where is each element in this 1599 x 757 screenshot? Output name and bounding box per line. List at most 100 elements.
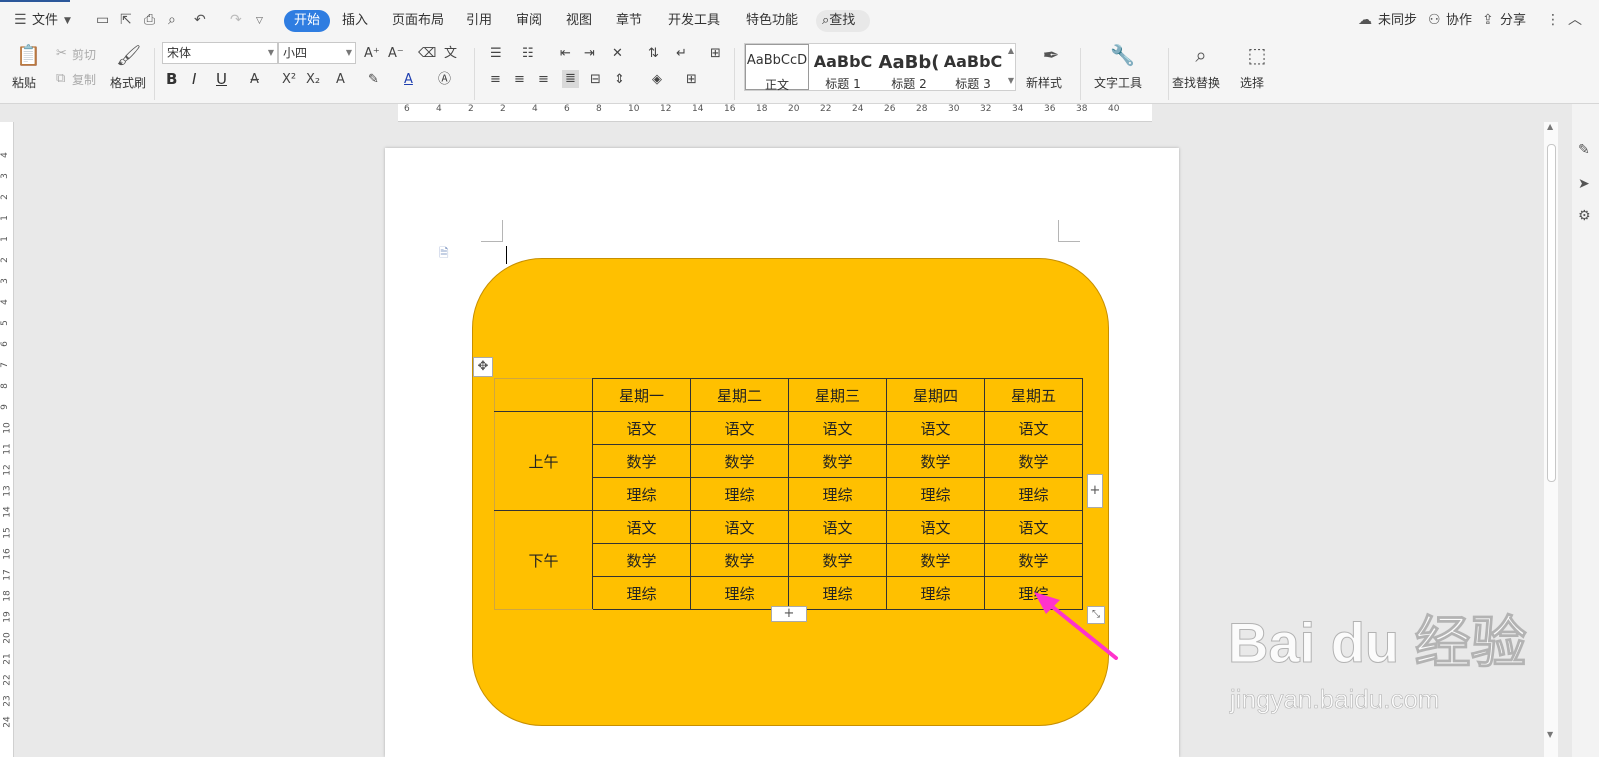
print-preview-icon[interactable]: ⌕	[168, 12, 176, 28]
table-cell[interactable]: 数学	[886, 543, 985, 577]
quick-access-more-icon[interactable]: ▽	[256, 13, 263, 29]
table-tools-icon[interactable]: ⊞	[710, 46, 721, 62]
settings-sliders-icon[interactable]: ⚙	[1578, 208, 1591, 224]
tab-chapter[interactable]: 章节	[616, 10, 642, 32]
clear-format-icon[interactable]: ⌫	[418, 46, 436, 62]
font-name-select[interactable]: 宋体 ▼	[162, 42, 278, 64]
table-cell[interactable]: 数学	[984, 444, 1083, 478]
table-cell[interactable]: 语文	[592, 510, 691, 544]
scroll-up-icon[interactable]: ▲	[1547, 122, 1553, 131]
tab-page-layout[interactable]: 页面布局	[392, 10, 444, 32]
table-header-cell[interactable]: 星期三	[788, 378, 887, 412]
text-effect-icon[interactable]: A	[336, 72, 345, 88]
font-color-icon[interactable]: A	[404, 72, 413, 88]
table-header-cell[interactable]: 星期二	[690, 378, 789, 412]
bullets-icon[interactable]: ☰	[490, 46, 502, 62]
table-cell[interactable]: 数学	[690, 543, 789, 577]
sort-icon[interactable]: ⇅	[648, 46, 659, 62]
tab-home[interactable]: 开始	[284, 10, 331, 32]
highlight-icon[interactable]: ✎	[368, 72, 379, 88]
phonetic-icon[interactable]: 文	[444, 46, 457, 62]
align-center-icon[interactable]: ≡	[514, 72, 525, 88]
add-row-button[interactable]: +	[771, 606, 807, 622]
tab-view[interactable]: 视图	[566, 10, 592, 32]
table-cell[interactable]: 语文	[592, 411, 691, 445]
add-column-button[interactable]: +	[1087, 474, 1103, 508]
chinese-layout-icon[interactable]: ✕	[612, 46, 623, 62]
select-pointer-icon[interactable]: ➤	[1578, 176, 1590, 192]
afternoon-label-cell[interactable]: 下午	[494, 510, 593, 610]
table-cell[interactable]: 语文	[788, 411, 887, 445]
table-cell[interactable]: 语文	[886, 411, 985, 445]
export-icon[interactable]: ⇱	[120, 12, 132, 28]
chevron-down-icon[interactable]: ▼	[64, 13, 71, 29]
table-cell[interactable]: 理综	[788, 576, 887, 610]
edit-pen-icon[interactable]: ✎	[1578, 142, 1590, 158]
print-icon[interactable]: ⎙	[144, 12, 155, 28]
tab-review[interactable]: 审阅	[516, 10, 542, 32]
tab-developer[interactable]: 开发工具	[668, 10, 720, 32]
table-cell[interactable]: 语文	[886, 510, 985, 544]
table-corner-cell[interactable]	[494, 378, 593, 412]
style-heading-2[interactable]: AaBb( 标题 2	[877, 44, 941, 91]
justify-icon[interactable]: ≣	[562, 70, 579, 88]
table-cell[interactable]: 数学	[886, 444, 985, 478]
table-header-cell[interactable]: 星期五	[984, 378, 1083, 412]
style-heading-3[interactable]: AaBbC 标题 3	[941, 44, 1005, 91]
numbering-icon[interactable]: ☷	[522, 46, 534, 62]
table-cell[interactable]: 数学	[690, 444, 789, 478]
underline-button[interactable]: U	[216, 68, 227, 90]
bold-button[interactable]: B	[166, 68, 177, 90]
new-style-icon[interactable]: ✒	[1040, 44, 1062, 66]
paste-button[interactable]: 粘贴	[12, 74, 36, 91]
line-spacing-icon[interactable]: ⇕	[614, 72, 625, 88]
vertical-ruler[interactable]: 4 3 2 1 1 2 3 4 5 6 7 8 9 10 11 12 13 14 15 16 17 18 19 20 21 22 2…	[0, 122, 14, 757]
shading-icon[interactable]: ◈	[652, 72, 662, 88]
style-heading-1[interactable]: AaBbC 标题 1	[811, 44, 875, 91]
table-cell[interactable]: 数学	[788, 543, 887, 577]
shrink-font-icon[interactable]: A⁻	[388, 46, 404, 62]
undo-icon[interactable]: ↶	[194, 12, 206, 28]
table-move-icon[interactable]: ✥	[473, 357, 493, 377]
table-header-cell[interactable]: 星期四	[886, 378, 985, 412]
horizontal-ruler[interactable]: 6 4 2 2 4 6 8 10 12 14 16 18 20 22 24 26 28 30 32 34 36 38 40	[398, 104, 1152, 122]
select-button[interactable]: 选择	[1240, 74, 1264, 91]
hamburger-icon[interactable]: ☰	[14, 12, 27, 28]
paragraph-options-icon[interactable]: 🗎	[439, 244, 449, 265]
copy-button[interactable]: 复制	[72, 71, 96, 88]
save-icon[interactable]: ▭	[96, 12, 109, 28]
table-cell[interactable]: 理综	[690, 477, 789, 511]
new-style-button[interactable]: 新样式	[1026, 74, 1062, 91]
font-size-select[interactable]: 小四 ▼	[278, 42, 356, 64]
table-cell[interactable]: 语文	[690, 411, 789, 445]
tab-special[interactable]: 特色功能	[746, 10, 798, 32]
tab-references[interactable]: 引用	[466, 10, 492, 32]
select-cursor-icon[interactable]: ⬚	[1246, 44, 1268, 66]
sync-status[interactable]: 未同步	[1378, 11, 1417, 31]
redo-icon[interactable]: ↷	[230, 12, 242, 28]
table-cell[interactable]: 理综	[886, 576, 985, 610]
scroll-down-icon[interactable]: ▼	[1547, 730, 1553, 739]
wrench-icon[interactable]: 🔧	[1110, 44, 1135, 66]
vertical-scrollbar[interactable]: ▲ ▼	[1544, 122, 1558, 757]
find-replace-button[interactable]: 查找替换	[1172, 74, 1220, 91]
subscript-icon[interactable]: X₂	[306, 72, 320, 88]
char-border-icon[interactable]: Ⓐ	[438, 72, 451, 88]
collaborate-button[interactable]: 协作	[1446, 11, 1472, 31]
styles-scroll-up-icon[interactable]: ▲	[1008, 46, 1014, 55]
distribute-icon[interactable]: ⊟	[590, 72, 601, 88]
table-cell[interactable]: 理综	[592, 576, 691, 610]
align-right-icon[interactable]: ≡	[538, 72, 549, 88]
morning-label-cell[interactable]: 上午	[494, 411, 593, 511]
file-menu[interactable]: 文件	[32, 11, 58, 31]
search-button[interactable]: ⌕查找	[816, 10, 870, 32]
share-button[interactable]: 分享	[1500, 11, 1526, 31]
paste-icon[interactable]: 📋	[16, 44, 41, 66]
table-cell[interactable]: 语文	[788, 510, 887, 544]
table-cell[interactable]: 理综	[690, 576, 789, 610]
styles-more-icon[interactable]: ▼	[1008, 76, 1014, 85]
decrease-indent-icon[interactable]: ⇤	[560, 46, 571, 62]
show-marks-icon[interactable]: ↵	[676, 46, 687, 62]
table-cell[interactable]: 理综	[886, 477, 985, 511]
table-cell[interactable]: 数学	[984, 543, 1083, 577]
